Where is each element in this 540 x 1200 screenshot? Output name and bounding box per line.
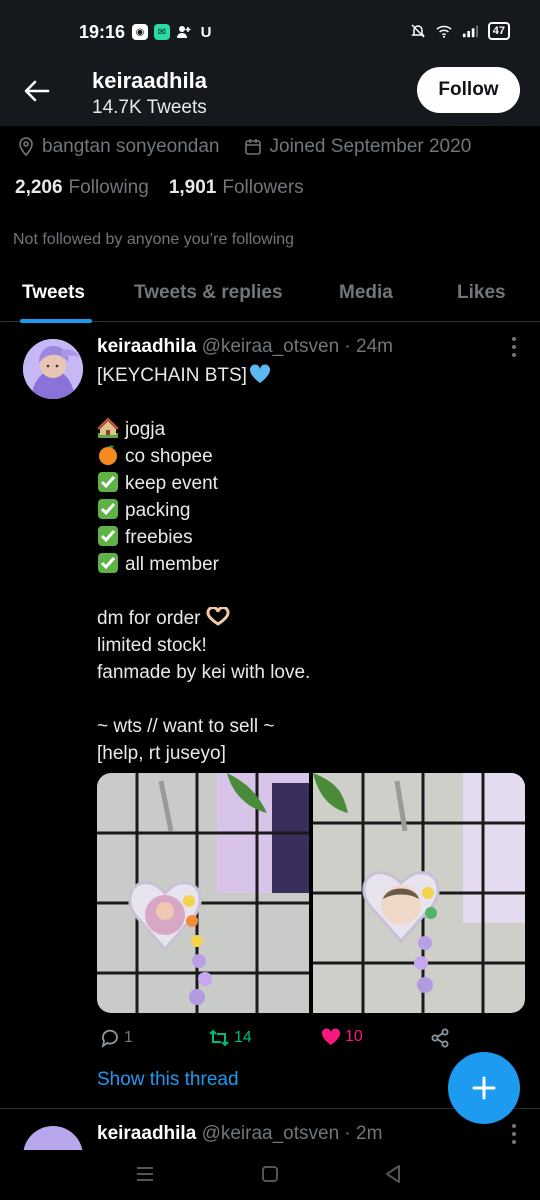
menu-icon bbox=[137, 1167, 153, 1181]
tweet-line: limited stock! bbox=[97, 635, 207, 656]
keychain-photo[interactable] bbox=[97, 773, 309, 1013]
tweets-count: 14.7K Tweets bbox=[92, 97, 207, 118]
follow-button[interactable]: Follow bbox=[417, 67, 520, 113]
tab-likes[interactable]: Likes bbox=[457, 282, 506, 304]
blue-heart-icon bbox=[249, 364, 270, 383]
home-button[interactable] bbox=[258, 1162, 282, 1186]
u-icon: U bbox=[200, 23, 212, 41]
tweet-actions: 1 14 10 bbox=[97, 1026, 527, 1054]
add-user-icon bbox=[176, 24, 192, 40]
check-box-icon bbox=[98, 472, 118, 492]
tweet-media[interactable] bbox=[97, 773, 525, 1013]
back-nav-button[interactable] bbox=[381, 1162, 405, 1186]
calendar-icon bbox=[244, 138, 262, 156]
tab-media[interactable]: Media bbox=[339, 282, 393, 304]
tweet[interactable]: keiraadhila @keiraa_otsven · 24m [KEYCHA… bbox=[0, 323, 540, 1109]
tweet-line: freebies bbox=[125, 527, 193, 548]
tweet-handle-time: @keiraa_otsven · 2m bbox=[201, 1123, 383, 1144]
like-button[interactable]: 10 bbox=[321, 1028, 363, 1046]
back-arrow-icon bbox=[24, 80, 50, 102]
signal-icon bbox=[462, 23, 478, 39]
profile-location: bangtan sonyeondan bbox=[42, 136, 220, 157]
notification-icons: ◉ ✉ U bbox=[132, 23, 214, 41]
reply-icon bbox=[101, 1029, 118, 1048]
show-thread-link[interactable]: Show this thread bbox=[97, 1069, 239, 1091]
check-box-icon bbox=[98, 499, 118, 519]
not-followed-note: Not followed by anyone you’re following bbox=[13, 231, 295, 248]
orange-icon bbox=[99, 445, 117, 465]
more-options-icon[interactable] bbox=[506, 1124, 522, 1144]
tweet-header: keiraadhila @keiraa_otsven · 24m bbox=[97, 336, 393, 358]
heart-icon bbox=[321, 1028, 341, 1045]
share-button[interactable] bbox=[430, 1028, 450, 1048]
more-options-icon[interactable] bbox=[506, 337, 522, 357]
tweet-line: keep event bbox=[125, 473, 218, 494]
location-icon bbox=[18, 137, 34, 157]
back-button[interactable] bbox=[20, 74, 54, 108]
tweet-handle-time: @keiraa_otsven · 24m bbox=[201, 336, 393, 357]
like-count: 10 bbox=[345, 1028, 363, 1045]
heart-hands-icon bbox=[206, 605, 230, 626]
profile-name: keiraadhila bbox=[92, 68, 207, 93]
tab-tweets-replies[interactable]: Tweets & replies bbox=[134, 282, 283, 304]
profile-header: keiraadhila 14.7K Tweets Follow bbox=[0, 60, 540, 126]
avatar[interactable] bbox=[23, 1126, 83, 1150]
tweet-line: [KEYCHAIN BTS] bbox=[97, 365, 247, 386]
status-time: 19:16 bbox=[79, 22, 126, 42]
home-square-icon bbox=[262, 1166, 278, 1182]
reply-button[interactable]: 1 bbox=[100, 1028, 133, 1048]
back-triangle-icon bbox=[386, 1165, 400, 1183]
tweet-header: keiraadhila @keiraa_otsven · 2m bbox=[97, 1123, 382, 1145]
app-icon: ◉ bbox=[132, 24, 148, 40]
status-bar: 19:16 ◉ ✉ U 47 bbox=[0, 0, 540, 60]
following-link[interactable]: 2,206 Following bbox=[15, 177, 149, 199]
retweet-icon bbox=[209, 1029, 229, 1047]
tweet-line: ~ wts // want to sell ~ bbox=[97, 716, 275, 737]
check-box-icon bbox=[98, 526, 118, 546]
tweet-line: all member bbox=[125, 554, 219, 575]
check-box-icon bbox=[98, 553, 118, 573]
reply-count: 1 bbox=[124, 1029, 133, 1046]
tab-tweets[interactable]: Tweets bbox=[22, 282, 85, 304]
tweet-line: packing bbox=[125, 500, 191, 521]
house-icon bbox=[97, 417, 119, 438]
profile-tabs: Tweets Tweets & replies Media Likes bbox=[0, 266, 540, 323]
retweet-count: 14 bbox=[234, 1029, 252, 1046]
avatar[interactable] bbox=[23, 339, 83, 399]
profile-meta: bangtan sonyeondan Joined September 2020 bbox=[18, 136, 471, 158]
tweet-line: fanmade by kei with love. bbox=[97, 662, 311, 683]
system-nav-bar bbox=[0, 1150, 540, 1200]
keychain-photo[interactable] bbox=[313, 773, 525, 1013]
tweet-line: jogja bbox=[125, 419, 166, 440]
tweet-line: dm for order bbox=[97, 608, 201, 629]
compose-tweet-button[interactable] bbox=[448, 1052, 520, 1124]
followers-link[interactable]: 1,901 Followers bbox=[169, 177, 304, 199]
share-icon bbox=[431, 1028, 449, 1048]
system-icons: 47 bbox=[410, 22, 510, 40]
tweet-author-name[interactable]: keiraadhila bbox=[97, 1123, 196, 1144]
tweet-text: [KEYCHAIN BTS] jogja co shopee keep even… bbox=[97, 362, 310, 767]
retweet-button[interactable]: 14 bbox=[208, 1028, 252, 1048]
battery-indicator: 47 bbox=[487, 22, 510, 40]
follow-stats: 2,206 Following 1,901 Followers bbox=[15, 177, 304, 199]
plus-icon bbox=[472, 1076, 496, 1100]
mute-icon bbox=[410, 23, 426, 39]
wifi-icon bbox=[436, 23, 452, 39]
profile-joined: Joined September 2020 bbox=[269, 136, 472, 157]
tweet-author-name[interactable]: keiraadhila bbox=[97, 336, 196, 357]
chat-icon: ✉ bbox=[154, 24, 170, 40]
tweet[interactable]: keiraadhila @keiraa_otsven · 2m bbox=[0, 1110, 540, 1150]
menu-button[interactable] bbox=[133, 1162, 157, 1186]
tweet-line: [help, rt juseyo] bbox=[97, 743, 226, 764]
tweet-line: co shopee bbox=[125, 446, 213, 467]
